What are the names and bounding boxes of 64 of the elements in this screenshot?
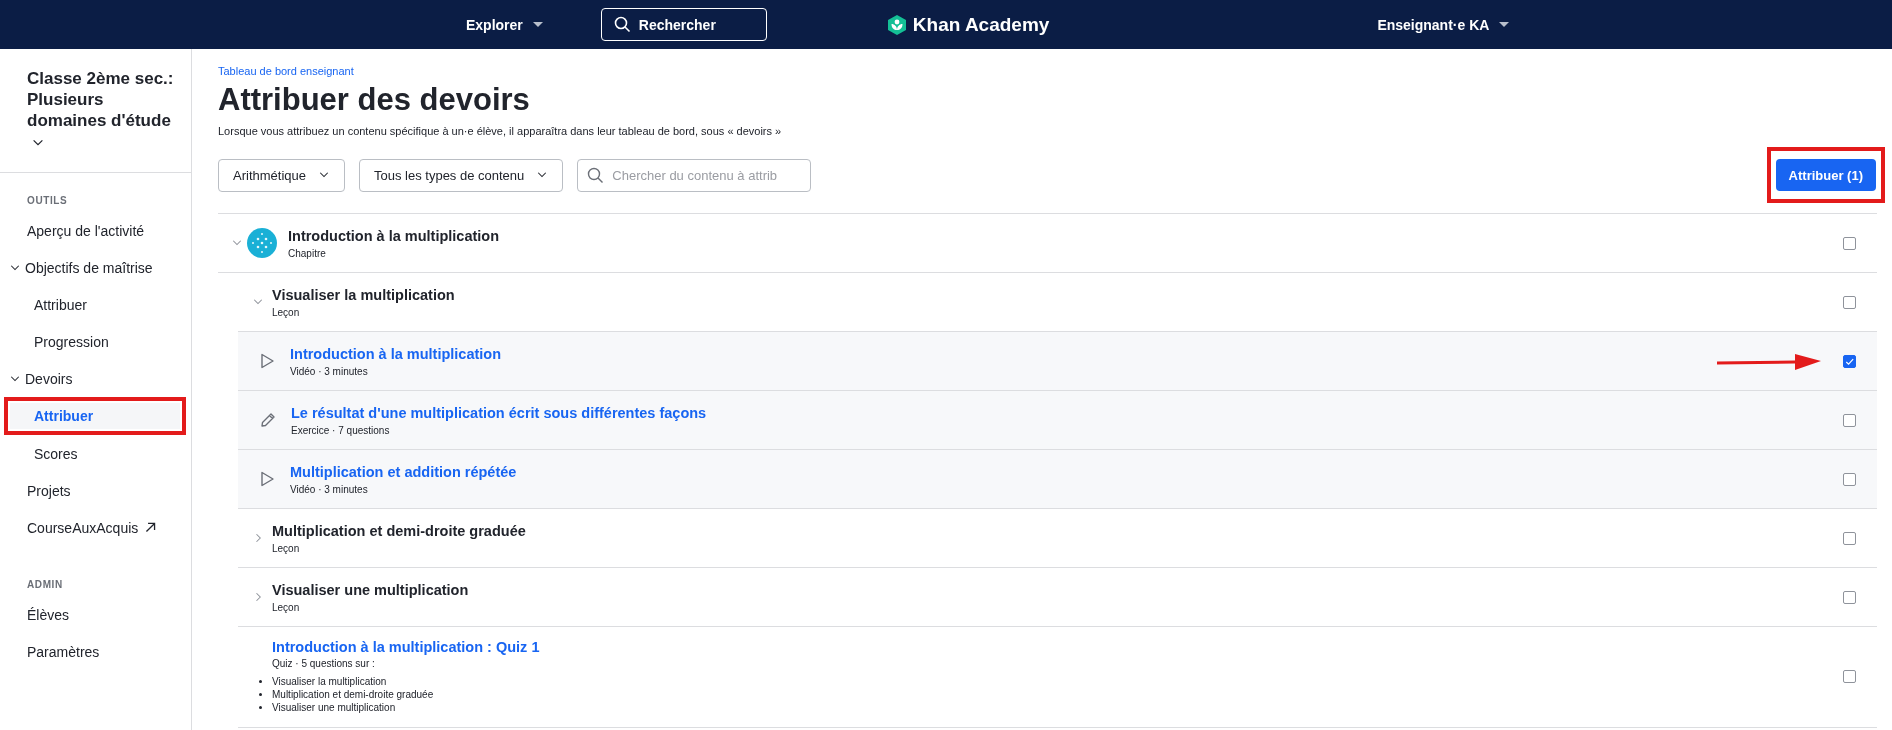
external-link-icon [144,521,158,534]
search-field[interactable]: Chercher du contenu à attrib [577,158,812,192]
content-link[interactable]: Multiplication et addition répétée [290,463,517,480]
checkbox[interactable] [1843,669,1856,683]
chapter-icon [247,228,277,258]
sidebar-item[interactable]: Objectifs de maîtrise [0,249,191,286]
content-link[interactable]: Introduction à la multiplication [290,345,502,362]
section-heading: ADMIN [26,578,64,592]
subject-dropdown[interactable]: Arithmétique [218,158,345,192]
assign-button[interactable]: Attribuer (1) [1775,159,1876,191]
sidebar-item[interactable]: Aperçu de l'activité [0,212,191,249]
sidebar-item[interactable]: Élèves [0,596,191,633]
sidebar-item[interactable]: Attribuer [10,403,180,429]
logo-text: Khan Academy [912,13,1050,36]
row-subtitle: Leçon [272,601,301,613]
bullet-icon [259,693,262,696]
row-subtitle: Vidéo · 3 minutes [290,483,369,495]
chapter-title: Introduction à la multiplication [288,227,500,244]
lesson-title: Visualiser une multiplication [272,581,469,598]
sidebar-item[interactable]: Paramètres [0,633,191,670]
search-icon [613,16,631,33]
sidebar-item[interactable]: Attribuer [0,286,191,323]
checkbox[interactable] [1843,354,1856,368]
user-menu[interactable]: Enseignant·e KA [1377,16,1511,33]
checkbox[interactable] [1843,472,1856,486]
page-title: Attribuer des devoirs [218,82,531,118]
row-subtitle: Chapitre [288,247,327,259]
checkbox[interactable] [1843,590,1856,604]
sidebar-item[interactable]: Progression [0,323,191,360]
logo-icon [886,14,907,35]
quiz-topic: Visualiser la multiplication [272,676,387,687]
bullet-icon [259,706,262,709]
checkbox[interactable] [1843,236,1856,250]
class-selector[interactable]: Classe 2ème sec.: Plusieurs domaines d'étude [27,68,181,152]
sidebar-item[interactable]: Devoirs [0,360,191,397]
page-description: Lorsque vous attribuez un contenu spécifique à un·e élève, il apparaîtra dans leur tableau de bord, sous « devoirs » [218,125,783,137]
content-link[interactable]: Le résultat d'une multiplication écrit sous différentes façons [291,404,707,421]
quiz-link[interactable]: Introduction à la multiplication : Quiz 1 [272,639,540,655]
caret-icon [1498,21,1511,28]
breadcrumb-link[interactable]: Tableau de bord enseignant [218,65,354,77]
search-button[interactable]: Rechercher [600,8,767,41]
row-subtitle: Vidéo · 3 minutes [290,365,369,377]
checkbox[interactable] [1843,295,1856,309]
caret-icon [531,21,544,28]
sidebar-item[interactable]: CourseAuxAcquis [0,509,191,546]
quiz-topic: Visualiser une multiplication [272,702,396,713]
row-subtitle: Leçon [272,542,301,554]
lesson-title: Multiplication et demi-droite graduée [272,522,526,539]
section-heading: OUTILS [26,194,69,208]
row-subtitle: Leçon [272,306,301,318]
checkbox[interactable] [1843,413,1856,427]
lesson-title: Visualiser la multiplication [272,286,455,303]
content-type-dropdown[interactable]: Tous les types de contenu [359,158,564,192]
sidebar-item[interactable]: Scores [0,435,191,472]
play-icon [260,353,275,369]
quiz-topic: Multiplication et demi-droite graduée [272,689,434,700]
play-icon [260,471,275,487]
explore-menu[interactable]: Explorer [466,16,544,33]
sidebar-item[interactable]: Projets [0,472,191,509]
checkbox[interactable] [1843,531,1856,545]
pencil-icon [260,412,276,428]
row-subtitle: Quiz · 5 questions sur : [272,658,376,669]
row-subtitle: Exercice · 7 questions [291,424,391,436]
bullet-icon [259,680,262,683]
